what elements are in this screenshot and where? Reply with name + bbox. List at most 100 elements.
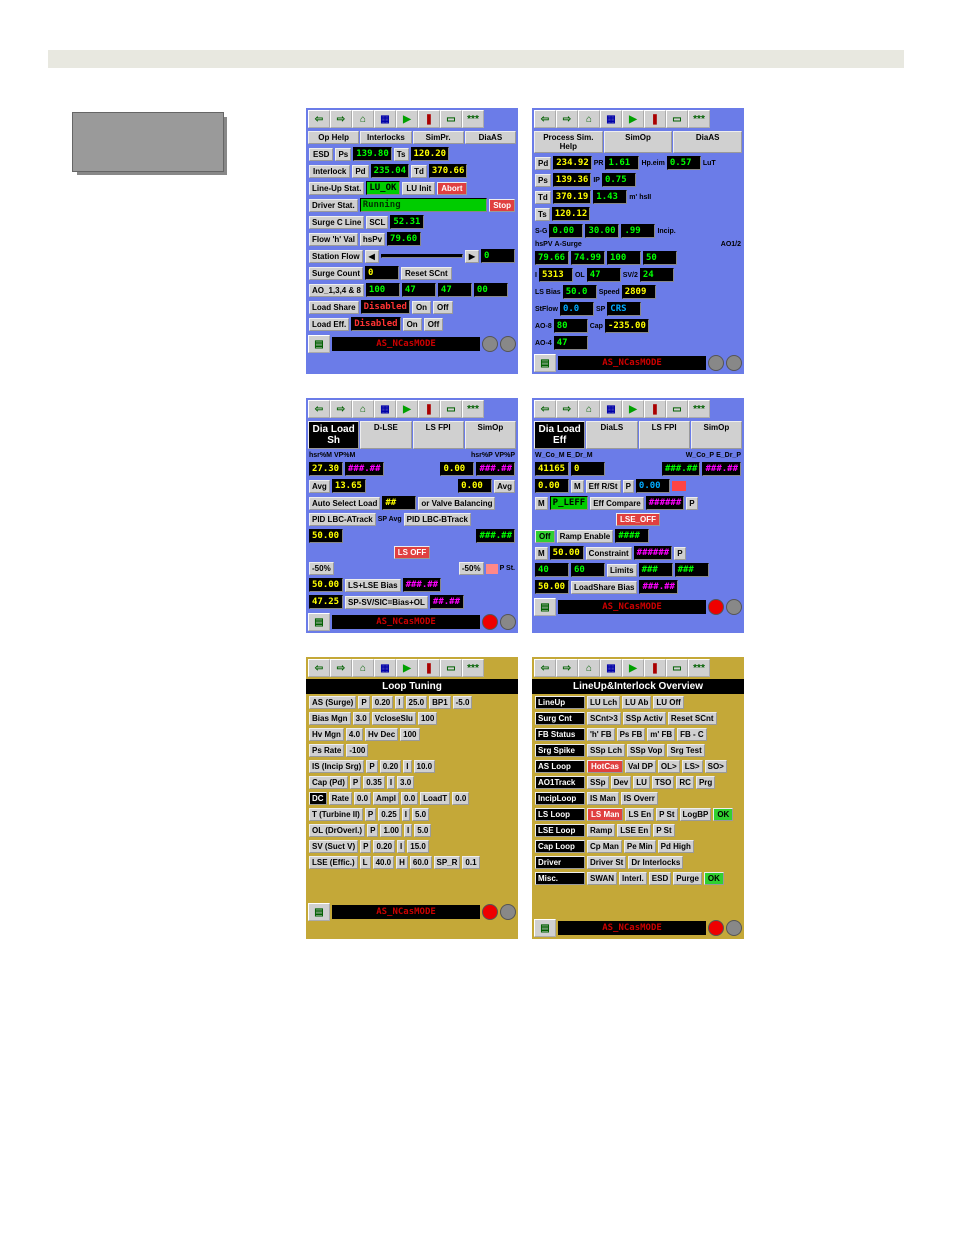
status-cell[interactable]: Val DP xyxy=(625,760,656,773)
interlock-button[interactable]: Interlock xyxy=(309,165,350,178)
fwd-icon[interactable]: ⇨ xyxy=(556,110,578,128)
status-cell[interactable]: LSE En xyxy=(617,824,651,837)
back-icon[interactable]: ⇦ xyxy=(308,110,330,128)
status-cell[interactable]: OK xyxy=(713,808,733,821)
back-icon[interactable]: ⇦ xyxy=(534,110,556,128)
screen-icon[interactable]: ▭ xyxy=(666,110,688,128)
status-cell[interactable]: Prg xyxy=(696,776,715,789)
back-icon[interactable]: ⇦ xyxy=(534,659,556,677)
menu-icon[interactable]: *** xyxy=(462,400,484,418)
status-cell[interactable]: Driver St xyxy=(587,856,626,869)
status-cell[interactable]: TSO xyxy=(652,776,674,789)
home-icon[interactable]: ⌂ xyxy=(352,659,374,677)
fwd-icon[interactable]: ⇨ xyxy=(330,110,352,128)
status-cell[interactable]: LU Lch xyxy=(587,696,620,709)
screen-icon[interactable]: ▭ xyxy=(666,659,688,677)
status-cell[interactable]: LS> xyxy=(682,760,703,773)
play-icon[interactable]: ▶ xyxy=(622,110,644,128)
tab[interactable]: SimPr. xyxy=(413,131,464,144)
fwd-icon[interactable]: ⇨ xyxy=(330,400,352,418)
status-cell[interactable]: 'h' FB xyxy=(587,728,615,741)
status-cell[interactable]: Reset SCnt xyxy=(668,712,717,725)
pause-icon[interactable]: ❚ xyxy=(644,659,666,677)
status-cell[interactable]: FB - C xyxy=(677,728,707,741)
status-cell[interactable]: Dr Interlocks xyxy=(628,856,683,869)
status-cell[interactable]: OK xyxy=(704,872,724,885)
status-cell[interactable]: LU Off xyxy=(653,696,683,709)
fwd-icon[interactable]: ⇨ xyxy=(556,400,578,418)
doc-icon[interactable]: ▤ xyxy=(534,598,556,616)
tab[interactable]: SimOp xyxy=(604,131,673,153)
fwd-icon[interactable]: ⇨ xyxy=(330,659,352,677)
tree-icon[interactable]: ▦ xyxy=(600,659,622,677)
play-icon[interactable]: ▶ xyxy=(622,400,644,418)
esd-button[interactable]: ESD xyxy=(309,148,333,161)
play-icon[interactable]: ▶ xyxy=(396,659,418,677)
menu-icon[interactable]: *** xyxy=(688,400,710,418)
tree-icon[interactable]: ▦ xyxy=(374,659,396,677)
status-cell[interactable]: OL> xyxy=(658,760,680,773)
status-cell[interactable]: Pe Min xyxy=(624,840,656,853)
status-cell[interactable]: Cp Man xyxy=(587,840,622,853)
play-icon[interactable]: ▶ xyxy=(622,659,644,677)
status-cell[interactable]: SSp xyxy=(587,776,609,789)
status-cell[interactable]: LogBP xyxy=(680,808,712,821)
screen-icon[interactable]: ▭ xyxy=(666,400,688,418)
status-cell[interactable]: P St xyxy=(653,824,674,837)
status-cell[interactable]: SSp Activ xyxy=(623,712,666,725)
pause-icon[interactable]: ❚ xyxy=(418,400,440,418)
status-cell[interactable]: Ps FB xyxy=(617,728,646,741)
status-cell[interactable]: Srg Test xyxy=(667,744,704,757)
fwd-icon[interactable]: ⇨ xyxy=(556,659,578,677)
back-icon[interactable]: ⇦ xyxy=(308,400,330,418)
home-icon[interactable]: ⌂ xyxy=(352,110,374,128)
status-cell[interactable]: Ramp xyxy=(587,824,615,837)
home-icon[interactable]: ⌂ xyxy=(578,400,600,418)
tab[interactable]: Process Sim. Help xyxy=(534,131,603,153)
menu-icon[interactable]: *** xyxy=(462,659,484,677)
status-cell[interactable]: Purge xyxy=(673,872,702,885)
status-cell[interactable]: SWAN xyxy=(587,872,617,885)
status-cell[interactable]: LU xyxy=(633,776,650,789)
play-icon[interactable]: ▶ xyxy=(396,110,418,128)
play-icon[interactable]: ▶ xyxy=(396,400,418,418)
screen-icon[interactable]: ▭ xyxy=(440,659,462,677)
reset-scnt-button[interactable]: Reset SCnt xyxy=(401,267,452,280)
menu-icon[interactable]: *** xyxy=(688,110,710,128)
tree-icon[interactable]: ▦ xyxy=(374,110,396,128)
pause-icon[interactable]: ❚ xyxy=(644,400,666,418)
screen-icon[interactable]: ▭ xyxy=(440,400,462,418)
status-cell[interactable]: SCnt>3 xyxy=(587,712,621,725)
status-cell[interactable]: P St xyxy=(656,808,677,821)
tree-icon[interactable]: ▦ xyxy=(600,400,622,418)
status-cell[interactable]: ESD xyxy=(649,872,671,885)
tab[interactable]: Op Help xyxy=(308,131,359,144)
status-cell[interactable]: SSp Lch xyxy=(587,744,625,757)
tree-icon[interactable]: ▦ xyxy=(374,400,396,418)
status-cell[interactable]: IS Man xyxy=(587,792,619,805)
home-icon[interactable]: ⌂ xyxy=(352,400,374,418)
menu-icon[interactable]: *** xyxy=(462,110,484,128)
status-cell[interactable]: Interl. xyxy=(619,872,647,885)
status-cell[interactable]: LU Ab xyxy=(622,696,651,709)
status-cell[interactable]: HotCas xyxy=(587,760,623,773)
status-cell[interactable]: LS En xyxy=(625,808,654,821)
back-icon[interactable]: ⇦ xyxy=(308,659,330,677)
screen-icon[interactable]: ▭ xyxy=(440,110,462,128)
status-cell[interactable]: Dev xyxy=(611,776,632,789)
pause-icon[interactable]: ❚ xyxy=(644,110,666,128)
doc-icon[interactable]: ▤ xyxy=(308,613,330,631)
tab[interactable]: DiaAS xyxy=(465,131,516,144)
menu-icon[interactable]: *** xyxy=(688,659,710,677)
status-cell[interactable]: IS Overr xyxy=(621,792,658,805)
tab[interactable]: DiaAS xyxy=(673,131,742,153)
status-cell[interactable]: SO> xyxy=(705,760,727,773)
tree-icon[interactable]: ▦ xyxy=(600,110,622,128)
back-icon[interactable]: ⇦ xyxy=(534,400,556,418)
status-cell[interactable]: m' FB xyxy=(647,728,675,741)
status-cell[interactable]: SSp Vop xyxy=(627,744,665,757)
home-icon[interactable]: ⌂ xyxy=(578,659,600,677)
status-cell[interactable]: RC xyxy=(676,776,694,789)
status-cell[interactable]: Pd High xyxy=(658,840,694,853)
doc-icon[interactable]: ▤ xyxy=(534,919,556,937)
